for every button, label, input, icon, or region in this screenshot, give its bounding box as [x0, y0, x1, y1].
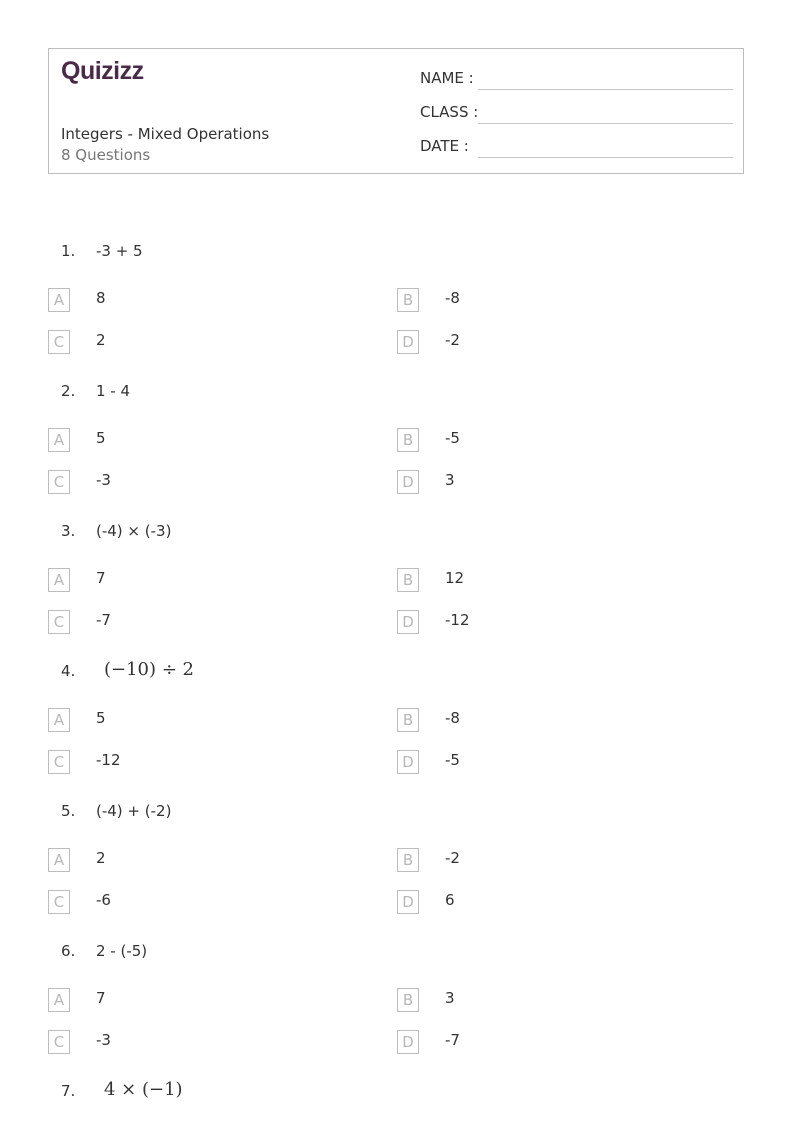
option-text: 5	[96, 429, 106, 447]
date-label: DATE :	[420, 137, 469, 155]
option-letter-box[interactable]: B	[397, 848, 419, 872]
question-text: 2 - (-5)	[96, 942, 148, 960]
option-letter-box[interactable]: A	[48, 568, 70, 592]
option-letter-box[interactable]: A	[48, 288, 70, 312]
option-letter-box[interactable]: D	[397, 890, 419, 914]
question-text: (-4) + (-2)	[96, 802, 172, 820]
option-letter-box[interactable]: B	[397, 428, 419, 452]
option-text: -8	[445, 289, 460, 307]
option-text: -7	[445, 1031, 460, 1049]
name-label: NAME :	[420, 69, 474, 87]
quizizz-logo: Quizizz	[61, 57, 144, 85]
question-number: 6.	[61, 942, 76, 960]
question-count: 8 Questions	[61, 146, 151, 164]
option-letter-box[interactable]: C	[48, 750, 70, 774]
option-text: 2	[96, 849, 106, 867]
option-text: 3	[445, 989, 455, 1007]
option-text: 3	[445, 471, 455, 489]
option-text: -5	[445, 751, 460, 769]
question-number: 4.	[61, 662, 76, 680]
option-letter-box[interactable]: B	[397, 988, 419, 1012]
option-text: 2	[96, 331, 106, 349]
option-text: -2	[445, 331, 460, 349]
option-text: -7	[96, 611, 111, 629]
class-field[interactable]	[478, 123, 733, 124]
option-letter-box[interactable]: B	[397, 568, 419, 592]
option-letter-box[interactable]: C	[48, 470, 70, 494]
option-text: -8	[445, 709, 460, 727]
option-letter-box[interactable]: A	[48, 428, 70, 452]
class-label: CLASS :	[420, 103, 479, 121]
question-number: 1.	[61, 242, 76, 260]
option-letter-box[interactable]: D	[397, 1030, 419, 1054]
option-text: -3	[96, 1031, 111, 1049]
option-text: -6	[96, 891, 111, 909]
option-text: 12	[445, 569, 465, 587]
option-letter-box[interactable]: A	[48, 708, 70, 732]
option-text: 7	[96, 569, 106, 587]
question-number: 5.	[61, 802, 76, 820]
option-letter-box[interactable]: D	[397, 610, 419, 634]
option-letter-box[interactable]: C	[48, 330, 70, 354]
date-field[interactable]	[478, 157, 733, 158]
question-number: 2.	[61, 382, 76, 400]
option-letter-box[interactable]: B	[397, 708, 419, 732]
name-field[interactable]	[478, 89, 733, 90]
option-text: 8	[96, 289, 106, 307]
option-letter-box[interactable]: D	[397, 750, 419, 774]
option-text: 7	[96, 989, 106, 1007]
option-letter-box[interactable]: A	[48, 848, 70, 872]
option-text: -2	[445, 849, 460, 867]
option-text: 5	[96, 709, 106, 727]
option-letter-box[interactable]: D	[397, 330, 419, 354]
option-letter-box[interactable]: C	[48, 610, 70, 634]
question-number: 3.	[61, 522, 76, 540]
option-text: -12	[96, 751, 121, 769]
question-text: (-4) × (-3)	[96, 522, 172, 540]
question-text: -3 + 5	[96, 242, 143, 260]
option-letter-box[interactable]: C	[48, 1030, 70, 1054]
option-text: -12	[445, 611, 470, 629]
worksheet-header: Quizizz Integers - Mixed Operations 8 Qu…	[48, 48, 744, 174]
question-text: 4 × (−1)	[104, 1079, 183, 1100]
question-number: 7.	[61, 1082, 76, 1100]
question-text: 1 - 4	[96, 382, 131, 400]
option-letter-box[interactable]: C	[48, 890, 70, 914]
option-letter-box[interactable]: D	[397, 470, 419, 494]
option-letter-box[interactable]: B	[397, 288, 419, 312]
option-text: -3	[96, 471, 111, 489]
option-text: -5	[445, 429, 460, 447]
option-letter-box[interactable]: A	[48, 988, 70, 1012]
option-text: 6	[445, 891, 455, 909]
question-text: (−10) ÷ 2	[104, 659, 195, 680]
worksheet-title: Integers - Mixed Operations	[61, 125, 270, 143]
